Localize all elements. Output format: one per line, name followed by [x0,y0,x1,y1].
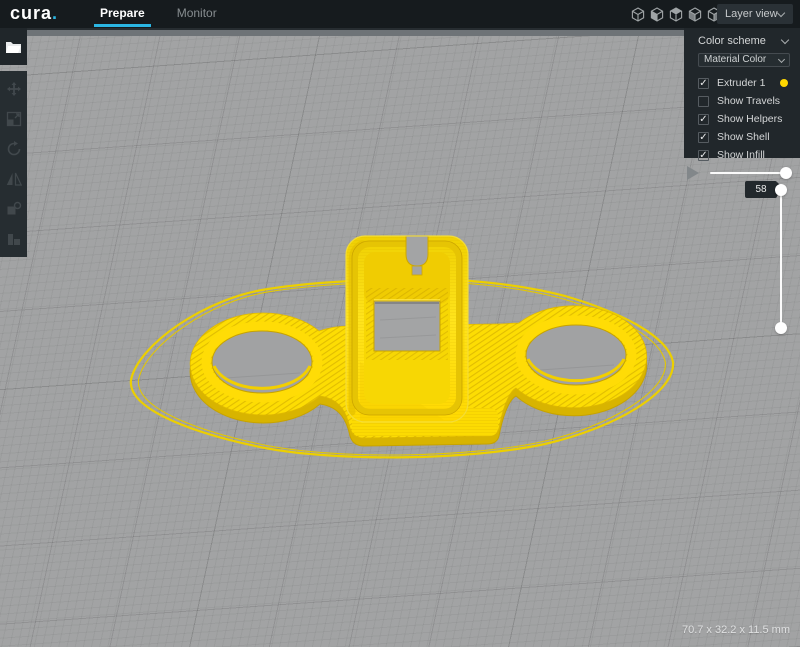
color-scheme-label: Color scheme [698,35,766,47]
logo-dot: . [52,3,58,23]
scale-tool-button[interactable] [0,104,27,134]
layer-view-panel: Color scheme Material Color ✓ Extruder 1… [684,28,800,158]
per-model-settings-icon [6,201,22,217]
per-model-settings-button[interactable] [0,194,27,224]
show-shell-checkbox[interactable]: ✓ [698,132,709,143]
show-travels-checkbox[interactable] [698,96,709,107]
color-scheme-dropdown[interactable]: Material Color [698,53,790,67]
move-tool-button[interactable] [0,74,27,104]
view-mode-value: Layer view [725,8,778,20]
build-plate-grid [0,36,800,647]
view-top-icon[interactable] [669,7,683,22]
rotate-tool-button[interactable] [0,134,27,164]
color-scheme-header[interactable]: Color scheme [698,34,790,50]
simulation-play-button[interactable] [687,166,699,180]
option-show-helpers: ✓ Show Helpers [698,111,790,127]
support-blocker-icon [6,231,22,247]
viewport-3d[interactable]: 70.7 x 32.2 x 11.5 mm [0,28,800,647]
chevron-down-icon [778,56,785,63]
extruder-1-color-swatch [780,79,788,87]
extruder-1-label: Extruder 1 [717,77,765,89]
model-dimensions: 70.7 x 32.2 x 11.5 mm [682,624,790,636]
scale-icon [6,111,22,127]
show-travels-label: Show Travels [717,95,780,107]
extruder-1-checkbox[interactable]: ✓ [698,78,709,89]
mirror-icon [6,171,22,187]
open-folder-icon [5,40,22,54]
show-helpers-label: Show Helpers [717,113,782,125]
color-scheme-value: Material Color [704,54,766,65]
top-bar: cura. Prepare Monitor Lay [0,0,800,28]
move-icon [6,81,22,97]
simulation-slider-track[interactable] [710,172,787,174]
view-front-icon[interactable] [650,7,664,22]
chevron-down-icon [777,9,785,17]
layer-slider-upper-handle[interactable] [775,184,787,196]
view-mode-dropdown[interactable]: Layer view [717,4,793,24]
support-blocker-button[interactable] [0,224,27,254]
chevron-down-icon [781,36,789,44]
option-show-travels: Show Travels [698,93,790,109]
simulation-slider-handle[interactable] [780,167,792,179]
tab-prepare[interactable]: Prepare [84,0,161,28]
show-helpers-checkbox[interactable]: ✓ [698,114,709,125]
option-extruder-1: ✓ Extruder 1 [698,75,790,91]
show-infill-checkbox[interactable]: ✓ [698,150,709,161]
option-show-infill: ✓ Show Infill [698,147,790,163]
stage-tabs: Prepare Monitor [84,0,233,28]
mirror-tool-button[interactable] [0,164,27,194]
view-left-icon[interactable] [688,7,702,22]
option-show-shell: ✓ Show Shell [698,129,790,145]
open-file-button[interactable] [0,28,27,65]
horizon-band [0,28,800,36]
show-infill-label: Show Infill [717,149,765,161]
layer-slider-lower-handle[interactable] [775,322,787,334]
layer-view-options: ✓ Extruder 1 Show Travels ✓ Show Helpers… [698,75,790,163]
cura-logo: cura. [10,3,58,24]
tool-panel [0,71,27,257]
layer-slider-track[interactable] [780,190,782,329]
tab-monitor[interactable]: Monitor [161,0,233,28]
show-shell-label: Show Shell [717,131,770,143]
camera-view-buttons [631,7,721,22]
layer-number-badge: 58 [745,181,777,198]
rotate-icon [6,141,22,157]
view-3d-icon[interactable] [631,7,645,22]
